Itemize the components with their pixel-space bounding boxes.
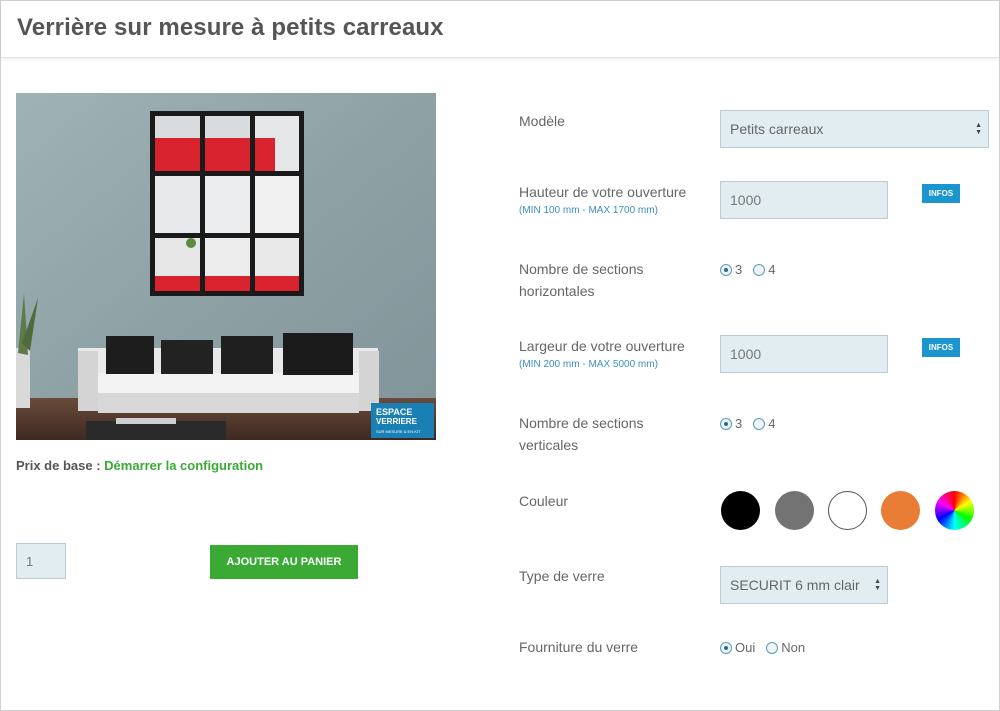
height-infos-button[interactable]: INFOS [922, 184, 960, 203]
color-swatch-custom-rainbow[interactable] [935, 491, 974, 530]
option-label: Non [781, 640, 806, 655]
width-input[interactable] [720, 335, 888, 373]
logo-tagline: SUR MESURE & EN KIT [376, 429, 421, 434]
width-infos-button[interactable]: INFOS [922, 338, 960, 357]
h-sections-label-group: Nombre de sections horizontales [519, 258, 644, 302]
v-sections-radio-group: 3 4 [720, 416, 786, 431]
width-label: Largeur de votre ouverture [519, 338, 685, 354]
h-sections-radio-group: 3 4 [720, 262, 786, 277]
option-label: Oui [735, 640, 756, 655]
option-label: 3 [735, 416, 743, 431]
product-image: ESPACE VERRIERE SUR MESURE & EN KIT [16, 93, 436, 440]
radio-checked-icon [720, 263, 732, 276]
h-sections-label-line1: Nombre de sections [519, 261, 644, 277]
height-hint: (MIN 100 mm - MAX 1700 mm) [519, 205, 658, 216]
glass-supply-option-oui[interactable]: Oui [720, 640, 755, 655]
color-swatch-orange[interactable] [881, 491, 920, 530]
height-input[interactable] [720, 181, 888, 219]
color-label: Couleur [519, 493, 569, 509]
v-sections-label-line2: verticales [519, 437, 579, 453]
page-header: Verrière sur mesure à petits carreaux [1, 1, 999, 58]
radio-unchecked-icon [766, 641, 779, 654]
h-sections-option-3[interactable]: 3 [720, 262, 742, 277]
logo-text-line1: ESPACE [376, 407, 412, 417]
page-title: Verrière sur mesure à petits carreaux [17, 14, 444, 41]
start-configuration-link[interactable]: Démarrer la configuration [104, 458, 263, 473]
option-label: 4 [768, 416, 776, 431]
option-label: 4 [768, 262, 776, 277]
radio-checked-icon [720, 641, 732, 654]
radio-checked-icon [720, 417, 732, 430]
h-sections-label-line2: horizontales [519, 283, 595, 299]
glass-type-select[interactable]: SECURIT 6 mm clair ▲ ▼ [720, 566, 888, 604]
logo-text-line2: VERRIERE [376, 417, 418, 426]
select-arrows-icon: ▲ ▼ [874, 578, 881, 592]
add-to-cart-button[interactable]: AJOUTER AU PANIER [210, 545, 358, 579]
glass-type-label: Type de verre [519, 568, 605, 584]
base-price-label: Prix de base : [16, 458, 105, 473]
v-sections-label-line1: Nombre de sections [519, 415, 644, 431]
h-sections-option-4[interactable]: 4 [753, 262, 775, 277]
radio-unchecked-icon [753, 263, 766, 276]
option-label: 3 [735, 262, 743, 277]
height-label: Hauteur de votre ouverture [519, 184, 687, 200]
model-select-value: Petits carreaux [730, 121, 824, 137]
v-sections-option-3[interactable]: 3 [720, 416, 742, 431]
glass-type-select-value: SECURIT 6 mm clair [730, 577, 860, 593]
glass-supply-option-non[interactable]: Non [766, 640, 805, 655]
model-select[interactable]: Petits carreaux ▲ ▼ [720, 110, 989, 148]
v-sections-option-4[interactable]: 4 [753, 416, 775, 431]
glass-supply-label: Fourniture du verre [519, 639, 639, 655]
width-label-group: Largeur de votre ouverture (MIN 200 mm -… [519, 335, 685, 371]
radio-unchecked-icon [753, 417, 766, 430]
color-swatch-white[interactable] [828, 491, 867, 530]
height-label-group: Hauteur de votre ouverture (MIN 100 mm -… [519, 181, 686, 217]
model-label: Modèle [519, 113, 565, 129]
quantity-input[interactable] [16, 543, 66, 579]
color-swatch-grey[interactable] [775, 491, 814, 530]
select-arrows-icon: ▲ ▼ [975, 122, 982, 136]
width-hint: (MIN 200 mm - MAX 5000 mm) [519, 359, 658, 370]
base-price: Prix de base : Démarrer la configuration [16, 458, 263, 473]
glass-supply-radio-group: Oui Non [720, 640, 816, 655]
color-swatch-black[interactable] [721, 491, 760, 530]
product-photo-illustration: ESPACE VERRIERE SUR MESURE & EN KIT [16, 93, 436, 440]
v-sections-label-group: Nombre de sections verticales [519, 412, 644, 456]
